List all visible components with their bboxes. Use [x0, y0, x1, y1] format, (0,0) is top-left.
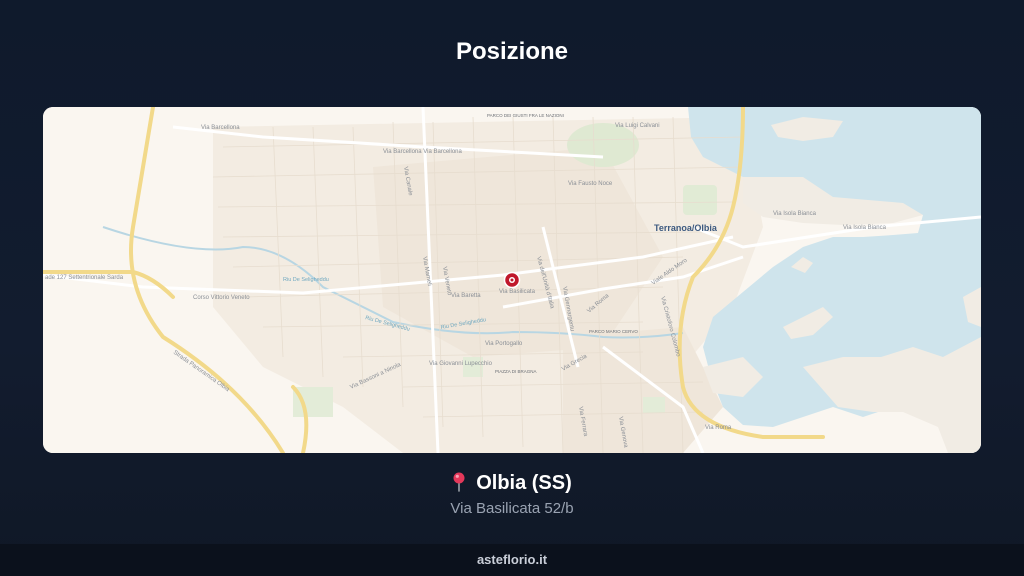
street-label: Via Giovanni Lupecchio — [429, 361, 493, 367]
map-canvas[interactable]: Via Barcellona Via Barcellona Via Barcel… — [43, 107, 981, 453]
water-label: Riu De Seligheddu — [283, 277, 329, 283]
street-label: Corso Vittorio Veneto — [193, 295, 250, 301]
city-label: Terranoa/Olbia — [654, 223, 718, 233]
location-city: Olbia (SS) — [476, 472, 572, 494]
street-label: Via Barcellona — [201, 125, 240, 131]
place-label: PARCO DEI GIUSTI FRA LE NAZIONI — [487, 113, 564, 118]
street-label: Via Isola Bianca — [773, 211, 817, 217]
street-label: Via Roma — [705, 425, 732, 431]
street-label: Via Baretta — [451, 293, 481, 299]
footer: asteflorio.it — [0, 544, 1024, 576]
map-view[interactable]: Via Barcellona Via Barcellona Via Barcel… — [43, 107, 981, 453]
street-label: Via Barcellona Via Barcellona — [383, 149, 462, 155]
location-title: Olbia (SS) — [0, 472, 1024, 495]
place-label: PIAZZA DI BRAGNA — [495, 369, 537, 374]
page-title: Posizione — [455, 38, 569, 65]
footer-site-link[interactable]: asteflorio.it — [477, 552, 547, 567]
street-label: Via Portogallo — [485, 341, 523, 347]
street-label: Via Basilicata — [499, 289, 536, 295]
street-label: Via Luigi Calvani — [615, 123, 660, 129]
round-pushpin-icon — [453, 472, 465, 492]
street-label: Via Fausto Noce — [568, 181, 613, 187]
park-area — [567, 123, 639, 167]
street-label: Via Isola Bianca — [843, 225, 887, 231]
street-label: ade 127 Settentrionale Sarda — [45, 275, 124, 281]
location-marker[interactable] — [503, 271, 521, 289]
place-label: PARCO MARIO CERVO — [589, 329, 638, 334]
location-address: Via Basilicata 52/b — [450, 500, 574, 517]
